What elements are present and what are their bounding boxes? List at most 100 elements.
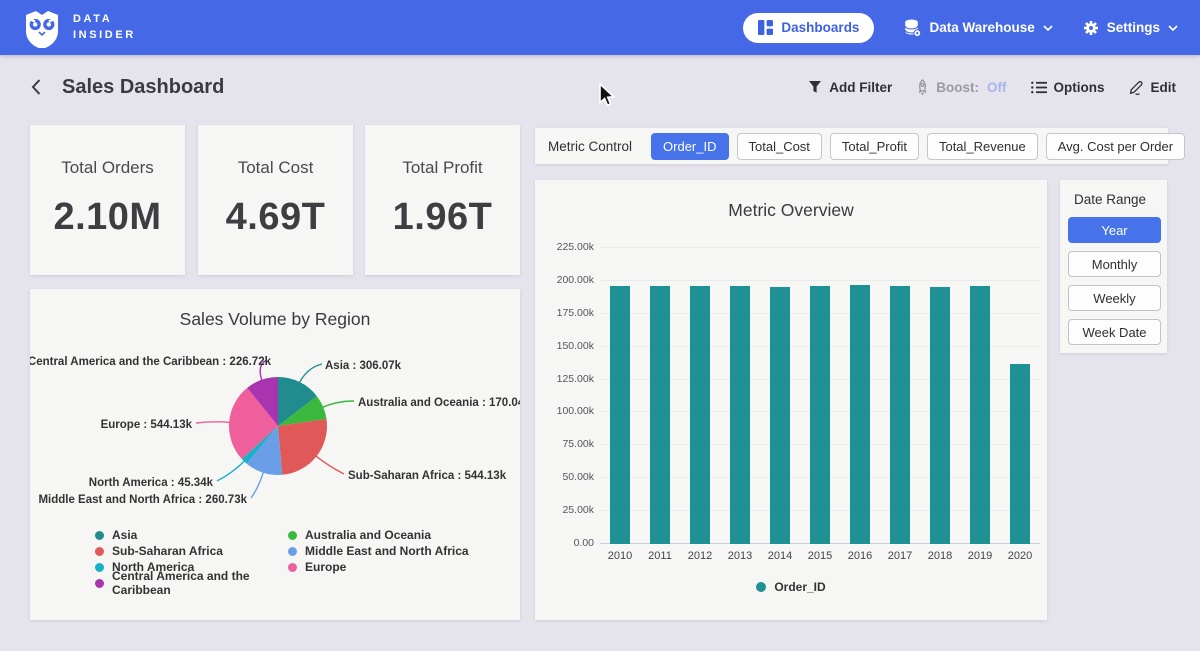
bar-2017[interactable] — [890, 286, 910, 544]
pie-leader-line — [251, 471, 264, 498]
sales-volume-pie-chart[interactable]: Asia : 306.07kAustralia and Oceania : 17… — [30, 334, 520, 519]
metric-option-total-profit[interactable]: Total_Profit — [830, 133, 919, 160]
options-button[interactable]: Options — [1031, 80, 1105, 95]
options-label: Options — [1054, 80, 1105, 95]
chevron-left-icon — [30, 78, 42, 96]
back-button[interactable] — [24, 74, 48, 100]
bar-x-label: 2017 — [880, 550, 920, 562]
grid-line — [600, 280, 1040, 281]
bar-2011[interactable] — [650, 286, 670, 544]
legend-dot — [288, 531, 297, 540]
data-warehouse-menu[interactable]: Data Warehouse — [904, 19, 1052, 37]
rocket-icon — [916, 79, 929, 95]
bar-2012[interactable] — [690, 286, 710, 545]
bar-2020[interactable] — [1010, 364, 1030, 544]
pie-label-sub-saharan-africa: Sub-Saharan Africa : 544.13k — [348, 470, 507, 482]
metric-option-total-cost[interactable]: Total_Cost — [737, 133, 822, 160]
y-tick-label: 75.00k — [539, 438, 594, 450]
bar-legend-label: Order_ID — [774, 580, 825, 594]
metric-control-card: Metric Control Order_ID Total_Cost Total_P… — [535, 128, 1168, 164]
edit-button[interactable]: Edit — [1129, 80, 1177, 95]
legend-dot — [288, 547, 297, 556]
date-range-option-weekly[interactable]: Weekly — [1068, 285, 1161, 311]
legend-dot — [95, 531, 104, 540]
bar-x-label: 2014 — [760, 550, 800, 562]
boost-toggle[interactable]: Boost: Off — [916, 79, 1006, 95]
database-icon — [904, 19, 921, 37]
bar-2019[interactable] — [970, 286, 990, 544]
legend-label: Middle East and North Africa — [305, 544, 469, 558]
y-tick-label: 125.00k — [539, 373, 594, 385]
stat-value: 4.69T — [226, 196, 326, 239]
stat-value: 1.96T — [393, 196, 493, 239]
pie-leader-line — [196, 422, 231, 423]
stat-card-total-orders: Total Orders 2.10M — [30, 125, 185, 275]
header-actions: Add Filter Boost: Off Options — [808, 79, 1176, 95]
pie-label-middle-east-and-north-africa: Middle East and North Africa : 260.73k — [38, 494, 247, 506]
pie-legend: AsiaSub-Saharan AfricaNorth AmericaCentr… — [95, 527, 520, 591]
legend-dot — [95, 579, 104, 588]
legend-item-europe[interactable]: Europe — [288, 559, 520, 575]
chevron-down-icon — [1043, 25, 1053, 31]
bar-chart-card: Metric Overview 0.0025.00k50.00k75.00k10… — [535, 180, 1047, 620]
top-navbar: DATA INSIDER Dashboards Data Warehouse — [0, 0, 1200, 55]
dashboard-grid-icon — [758, 20, 773, 35]
metric-option-avg-cost-per-order[interactable]: Avg. Cost per Order — [1046, 133, 1185, 160]
chevron-down-icon — [1168, 25, 1178, 31]
pie-slice-sub-saharan-africa[interactable] — [278, 419, 327, 475]
bar-2015[interactable] — [810, 286, 830, 544]
metric-option-total-revenue[interactable]: Total_Revenue — [927, 133, 1038, 160]
y-tick-label: 50.00k — [539, 471, 594, 483]
metric-option-order-id[interactable]: Order_ID — [651, 133, 728, 160]
pie-leader-line — [217, 460, 246, 481]
gear-icon — [1083, 20, 1099, 36]
bar-x-label: 2018 — [920, 550, 960, 562]
bar-2013[interactable] — [730, 286, 750, 544]
add-filter-button[interactable]: Add Filter — [808, 80, 892, 95]
date-range-option-week-date[interactable]: Week Date — [1068, 319, 1161, 345]
bar-2016[interactable] — [850, 285, 870, 544]
date-range-label: Date Range — [1074, 192, 1167, 207]
bar-2014[interactable] — [770, 287, 790, 545]
bar-x-label: 2016 — [840, 550, 880, 562]
legend-label: Asia — [112, 528, 137, 542]
stat-label: Total Profit — [402, 158, 482, 178]
list-icon — [1031, 81, 1047, 94]
stat-label: Total Orders — [61, 158, 154, 178]
stat-card-total-cost: Total Cost 4.69T — [198, 125, 353, 275]
legend-dot — [756, 582, 766, 592]
dashboards-button[interactable]: Dashboards — [743, 13, 874, 43]
legend-label: Sub-Saharan Africa — [112, 544, 223, 558]
page-header: Sales Dashboard Add Filter Boost: Off — [0, 55, 1200, 119]
pie-label-europe: Europe : 544.13k — [101, 419, 193, 431]
legend-item-australia-and-oceania[interactable]: Australia and Oceania — [288, 527, 520, 543]
bar-x-label: 2011 — [640, 550, 680, 562]
boost-label: Boost: — [936, 80, 979, 95]
legend-item-middle-east-and-north-africa[interactable]: Middle East and North Africa — [288, 543, 520, 559]
bar-chart-title: Metric Overview — [535, 200, 1047, 221]
date-range-card: Date Range Year Monthly Weekly Week Date — [1060, 180, 1167, 353]
pie-leader-line — [299, 364, 322, 384]
y-tick-label: 150.00k — [539, 340, 594, 352]
date-range-option-year[interactable]: Year — [1068, 217, 1161, 243]
brand-line2: INSIDER — [73, 28, 136, 44]
brand-logo[interactable]: DATA INSIDER — [22, 8, 136, 48]
y-tick-label: 0.00 — [539, 537, 594, 549]
metric-overview-bar-chart[interactable]: 0.0025.00k50.00k75.00k100.00k125.00k150.… — [600, 248, 1040, 544]
date-range-buttons: Year Monthly Weekly Week Date — [1068, 217, 1167, 345]
pie-leader-line — [315, 455, 344, 474]
metric-control-buttons: Order_ID Total_Cost Total_Profit Total_Reve… — [651, 133, 1185, 160]
y-tick-label: 225.00k — [539, 241, 594, 253]
settings-menu[interactable]: Settings — [1083, 20, 1178, 36]
legend-item-central-america-and-the-caribbean[interactable]: Central America and the Caribbean — [95, 575, 288, 591]
bar-x-label: 2015 — [800, 550, 840, 562]
bar-2018[interactable] — [930, 287, 950, 545]
legend-item-sub-saharan-africa[interactable]: Sub-Saharan Africa — [95, 543, 288, 559]
metric-control-label: Metric Control — [548, 139, 632, 154]
bar-x-label: 2013 — [720, 550, 760, 562]
bar-2010[interactable] — [610, 286, 630, 544]
pie-label-australia-and-oceania: Australia and Oceania : 170.04k — [358, 397, 520, 409]
legend-item-asia[interactable]: Asia — [95, 527, 288, 543]
pie-chart-title: Sales Volume by Region — [30, 309, 520, 330]
date-range-option-monthly[interactable]: Monthly — [1068, 251, 1161, 277]
